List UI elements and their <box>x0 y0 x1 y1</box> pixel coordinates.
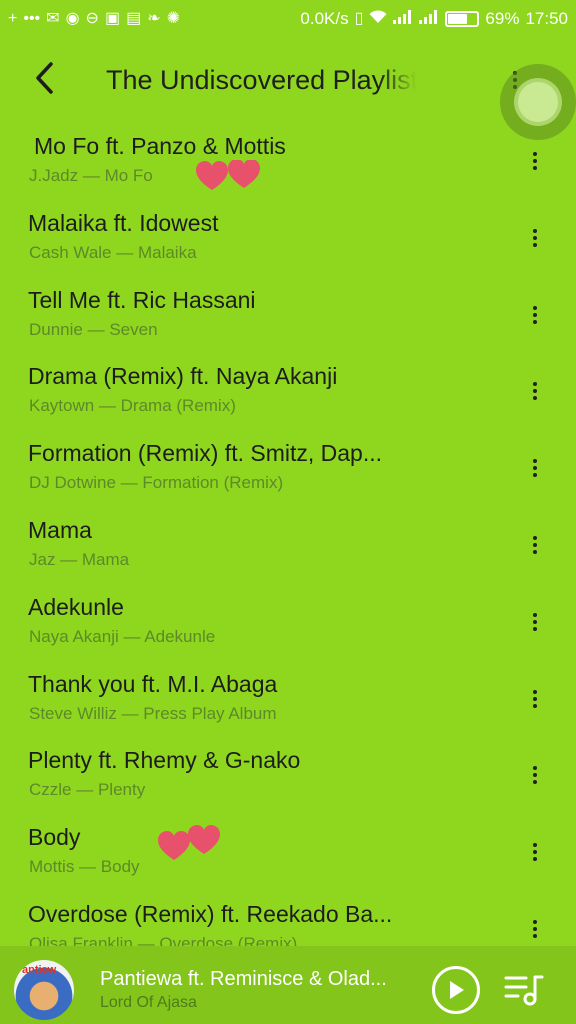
track-subtitle: Cash Wale — Malaika <box>29 242 197 262</box>
more-vert-icon <box>533 228 537 247</box>
track-menu-button[interactable] <box>522 295 548 335</box>
track-list: Mo Fo ft. Panzo & Mottis J.Jadz — Mo Fo Ma… <box>0 127 576 972</box>
track-row[interactable]: Plenty ft. Rhemy & G-nako Czzle — Plenty <box>0 741 576 818</box>
track-title: Tell Me ft. Ric Hassani <box>28 286 256 313</box>
vibrate-icon: ▯ <box>354 10 364 27</box>
more-dots-icon: ••• <box>23 10 41 27</box>
floating-assist-dot <box>518 82 558 122</box>
more-vert-icon <box>533 535 537 554</box>
track-menu-button[interactable] <box>522 909 548 949</box>
track-row[interactable]: Adekunle Naya Akanji — Adekunle <box>0 588 576 665</box>
signal-icon <box>393 10 413 28</box>
play-icon <box>450 981 464 999</box>
track-row[interactable]: Mo Fo ft. Panzo & Mottis J.Jadz — Mo Fo <box>0 127 576 204</box>
hearts-sticker <box>196 159 264 199</box>
track-title: Formation (Remix) ft. Smitz, Dap... <box>28 440 383 467</box>
track-title: Body <box>28 824 81 851</box>
track-row[interactable]: Tell Me ft. Ric Hassani Dunnie — Seven <box>0 281 576 358</box>
track-subtitle: Jaz — Mama <box>29 549 130 569</box>
album-art-label: antiew <box>22 964 57 976</box>
track-row[interactable]: Body Mottis — Body <box>0 818 576 895</box>
track-row[interactable]: Malaika ft. Idowest Cash Wale — Malaika <box>0 204 576 281</box>
track-title: Mo Fo ft. Panzo & Mottis <box>34 133 286 159</box>
mail-icon: ✉ <box>46 10 60 27</box>
more-vert-icon <box>533 843 537 862</box>
track-title: Malaika ft. Idowest <box>28 209 219 236</box>
battery-icon <box>445 11 480 27</box>
minus-circle-icon: ⊖ <box>85 10 99 27</box>
track-title: Drama (Remix) ft. Naya Akanji <box>28 363 338 390</box>
chat-icon: ❧ <box>147 10 161 27</box>
track-row[interactable]: Formation (Remix) ft. Smitz, Dap... DJ Do… <box>0 434 576 511</box>
track-title: Plenty ft. Rhemy & G-nako <box>28 747 301 774</box>
track-menu-button[interactable] <box>522 218 548 258</box>
app-header: The Undiscovered Playlist <box>0 44 576 114</box>
status-bar-left: + ••• ✉ ◉ ⊖ ▣ ▤ ❧ ✺ <box>8 11 180 27</box>
track-subtitle: DJ Dotwine — Formation (Remix) <box>29 473 284 493</box>
track-subtitle: Steve Williz — Press Play Album <box>29 703 277 723</box>
playlist-icon <box>504 975 544 1006</box>
clock: 17:50 <box>525 9 568 28</box>
battery-percent: 69% <box>485 9 520 28</box>
more-vert-icon <box>533 305 537 324</box>
status-bar: + ••• ✉ ◉ ⊖ ▣ ▤ ❧ ✺ 0.0K/s ▯ 69% 17:50 <box>0 0 576 38</box>
track-title: Thank you ft. M.I. Abaga <box>28 670 278 697</box>
album-art[interactable]: antiew <box>14 960 74 1020</box>
track-menu-button[interactable] <box>522 448 548 488</box>
track-menu-button[interactable] <box>522 832 548 872</box>
track-title: Overdose (Remix) ft. Reekado Ba... <box>28 900 393 927</box>
page-title: The Undiscovered Playlist <box>106 65 416 95</box>
now-playing-title: Pantiewa ft. Reminisce & Olad... <box>100 968 387 990</box>
wifi-icon <box>369 10 387 28</box>
back-arrow-icon <box>36 62 53 94</box>
facebook-icon: ▣ <box>104 10 121 27</box>
more-vert-icon <box>533 459 537 478</box>
now-playing-artist: Lord Of Ajasa <box>100 994 197 1011</box>
plus-icon: + <box>8 10 18 27</box>
track-subtitle: Mottis — Body <box>29 857 140 877</box>
track-menu-button[interactable] <box>522 525 548 565</box>
more-vert-icon <box>533 152 537 170</box>
app-icon: ◉ <box>65 10 80 27</box>
battery-fill <box>448 14 468 24</box>
more-vert-icon <box>533 919 537 938</box>
track-menu-button[interactable] <box>522 141 548 181</box>
hearts-sticker <box>158 824 226 869</box>
track-row[interactable]: Mama Jaz — Mama <box>0 511 576 588</box>
track-menu-button[interactable] <box>522 679 548 719</box>
status-bar-right: 0.0K/s ▯ 69% 17:50 <box>300 9 568 29</box>
back-button[interactable] <box>24 58 64 98</box>
more-vert-icon <box>533 766 537 785</box>
play-button[interactable] <box>432 966 480 1014</box>
track-title: Mama <box>28 516 92 543</box>
queue-button[interactable] <box>502 968 546 1012</box>
track-row[interactable]: Thank you ft. M.I. Abaga Steve Williz — P… <box>0 665 576 742</box>
track-menu-button[interactable] <box>522 755 548 795</box>
network-speed: 0.0K/s <box>300 9 349 28</box>
now-playing-bar[interactable]: antiew Pantiewa ft. Reminisce & Olad... … <box>0 946 576 1024</box>
more-vert-icon <box>533 689 537 708</box>
track-subtitle: Czzle — Plenty <box>29 780 146 800</box>
more-vert-icon <box>533 612 537 631</box>
wind-icon: ✺ <box>166 10 180 27</box>
track-menu-button[interactable] <box>522 602 548 642</box>
more-vert-icon <box>533 382 537 401</box>
track-subtitle: Naya Akanji — Adekunle <box>29 626 216 646</box>
track-subtitle: Dunnie — Seven <box>29 319 158 339</box>
track-row[interactable]: Drama (Remix) ft. Naya Akanji Kaytown — D… <box>0 357 576 434</box>
track-title: Adekunle <box>28 593 124 620</box>
track-subtitle: Kaytown — Drama (Remix) <box>29 396 236 416</box>
signal-icon <box>419 10 439 28</box>
settings-icon: ▤ <box>126 10 142 27</box>
track-menu-button[interactable] <box>522 371 548 411</box>
